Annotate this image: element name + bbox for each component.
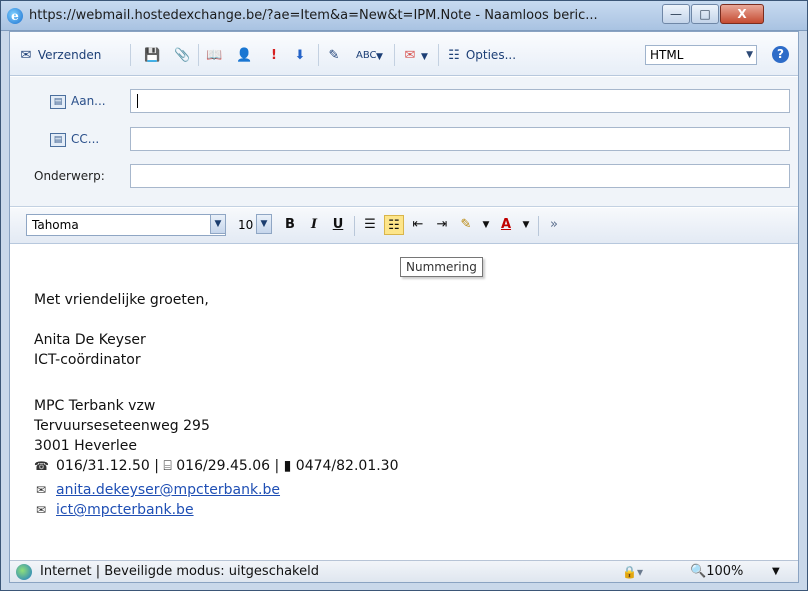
options-label: Opties... <box>465 48 517 62</box>
highlight-icon[interactable]: ✎ <box>456 215 476 235</box>
email-link-personal[interactable]: anita.dekeyser@mpcterbank.be <box>56 482 280 498</box>
underline-button[interactable]: U <box>328 215 348 235</box>
check-names-button[interactable]: 👤 <box>236 44 252 66</box>
formatting-toolbar: Tahoma ▼ 10 ▼ B I U ☰ ☷ ⇤ ⇥ ✎ ▼ A ▼ » <box>10 208 798 244</box>
zoom-value: 100% <box>706 564 744 579</box>
signature-street: Tervuurseseteenweg 295 <box>34 418 210 434</box>
increase-indent-icon[interactable]: ⇥ <box>432 215 452 235</box>
send-label: Verzenden <box>37 48 102 62</box>
mail-icon: ✉ <box>35 483 47 497</box>
font-size-dropdown-arrow[interactable]: ▼ <box>256 214 272 234</box>
save-button[interactable]: 💾 <box>144 44 160 66</box>
more-options-icon[interactable]: » <box>544 215 564 235</box>
toolbar-divider <box>438 44 439 66</box>
font-value: Tahoma <box>32 218 79 232</box>
subject-label: Onderwerp: <box>34 169 105 183</box>
status-text: Internet | Beveiligde modus: uitgeschake… <box>40 564 319 579</box>
toolbar-divider <box>318 44 319 66</box>
signature-role: ICT-coördinator <box>34 352 141 368</box>
attach-button[interactable]: 📎 <box>174 44 190 66</box>
title-bar[interactable]: e https://webmail.hostedexchange.be/?ae=… <box>1 1 807 31</box>
down-arrow-icon: ⬇ <box>294 47 306 63</box>
close-button[interactable]: X <box>720 4 764 24</box>
help-icon[interactable]: ? <box>772 46 789 63</box>
low-importance-button[interactable]: ⬇ <box>292 44 308 66</box>
chevron-down-icon: ▼ <box>746 50 753 60</box>
signature-email-line: ✉ ict@mpcterbank.be <box>34 500 194 520</box>
check-names-icon: 👤 <box>236 47 253 63</box>
phone-icon: ☎ <box>34 459 49 473</box>
font-color-icon[interactable]: A <box>496 215 516 235</box>
cc-button[interactable]: ▤ CC... <box>50 128 99 150</box>
toolbar-divider <box>538 216 539 236</box>
minimize-button[interactable]: — <box>662 4 690 24</box>
options-icon: ☷ <box>448 47 460 63</box>
maximize-button[interactable]: □ <box>691 4 719 24</box>
send-button[interactable]: ✉ Verzenden <box>18 44 102 66</box>
email-link-ict[interactable]: ict@mpcterbank.be <box>56 502 194 518</box>
window-title: https://webmail.hostedexchange.be/?ae=It… <box>29 8 598 23</box>
mail-icon: ✉ <box>35 503 47 517</box>
numbering-tooltip: Nummering <box>400 257 483 277</box>
chevron-down-icon: ▼ <box>421 52 428 62</box>
signature-icon: ✎ <box>328 47 340 63</box>
italic-button[interactable]: I <box>304 215 324 235</box>
decrease-indent-icon[interactable]: ⇤ <box>408 215 428 235</box>
toolbar-divider <box>394 44 395 66</box>
browser-window: e https://webmail.hostedexchange.be/?ae=… <box>0 0 808 591</box>
security-icon[interactable]: 🔒▾ <box>622 561 643 583</box>
cc-label: CC... <box>71 132 100 146</box>
signature-email-line: ✉ anita.dekeyser@mpcterbank.be <box>34 480 280 500</box>
signature-organization: MPC Terbank vzw <box>34 398 156 414</box>
compose-form: ✉ Verzenden 💾 📎 📖 👤 ! ⬇ ✎ ABC▼ ✉ ▼ ☷ Opti… <box>9 31 799 583</box>
to-button[interactable]: ▤ Aan... <box>50 90 106 112</box>
internet-explorer-icon: e <box>7 8 23 24</box>
high-importance-button[interactable]: ! <box>266 44 282 66</box>
message-flag-button[interactable]: ✉ ▼ <box>402 44 428 66</box>
chevron-down-icon: ▼ <box>376 52 383 62</box>
chevron-down-icon[interactable]: ▼ <box>516 215 536 235</box>
font-size-value: 10 <box>238 218 254 232</box>
globe-icon <box>16 564 32 580</box>
status-bar: Internet | Beveiligde modus: uitgeschake… <box>10 560 798 582</box>
cc-field[interactable] <box>130 127 790 151</box>
bullets-icon[interactable]: ☰ <box>360 215 380 235</box>
envelope-icon: ✉ <box>404 47 416 63</box>
font-dropdown-arrow[interactable]: ▼ <box>210 214 226 234</box>
exclamation-icon: ! <box>271 47 277 63</box>
font-select[interactable]: Tahoma <box>26 214 226 236</box>
chevron-down-icon[interactable]: ▼ <box>772 561 780 583</box>
to-label: Aan... <box>71 94 106 108</box>
toolbar-divider <box>130 44 131 66</box>
text-caret <box>137 94 138 108</box>
spell-check-icon: ABC <box>356 49 377 61</box>
message-format-select[interactable]: HTML ▼ <box>645 45 757 65</box>
send-icon: ✉ <box>20 47 32 63</box>
address-book-button[interactable]: 📖 <box>206 44 222 66</box>
chevron-down-icon[interactable]: ▼ <box>476 215 496 235</box>
signature-city: 3001 Heverlee <box>34 438 137 454</box>
numbering-icon[interactable]: ☷ <box>384 215 404 235</box>
bold-button[interactable]: B <box>280 215 300 235</box>
paperclip-icon: 📎 <box>174 47 191 63</box>
save-icon: 💾 <box>144 47 161 63</box>
toolbar-divider <box>354 216 355 236</box>
address-book-icon: 📖 <box>206 47 223 63</box>
signature-name: Anita De Keyser <box>34 332 146 348</box>
address-book-icon: ▤ <box>50 132 66 147</box>
to-field[interactable] <box>130 89 790 113</box>
subject-field[interactable] <box>130 164 790 188</box>
zoom-level[interactable]: 🔍100% <box>690 561 743 583</box>
spelling-button[interactable]: ABC▼ <box>356 44 383 66</box>
message-format-value: HTML <box>650 48 684 62</box>
message-header: ▤ Aan... ▤ CC... Onderwerp: <box>10 77 798 207</box>
options-button[interactable]: ☷ Opties... <box>446 44 516 66</box>
toolbar-divider <box>198 44 199 66</box>
address-book-icon: ▤ <box>50 94 66 109</box>
signature-button[interactable]: ✎ <box>326 44 342 66</box>
signature-greeting: Met vriendelijke groeten, <box>34 292 209 308</box>
compose-toolbar: ✉ Verzenden 💾 📎 📖 👤 ! ⬇ ✎ ABC▼ ✉ ▼ ☷ Opti… <box>10 32 798 76</box>
signature-phones: ☎ 016/31.12.50 | ⌸ 016/29.45.06 | ▮ 0474/… <box>34 456 399 476</box>
phone-numbers: 016/31.12.50 | ⌸ 016/29.45.06 | ▮ 0474/8… <box>56 458 399 474</box>
